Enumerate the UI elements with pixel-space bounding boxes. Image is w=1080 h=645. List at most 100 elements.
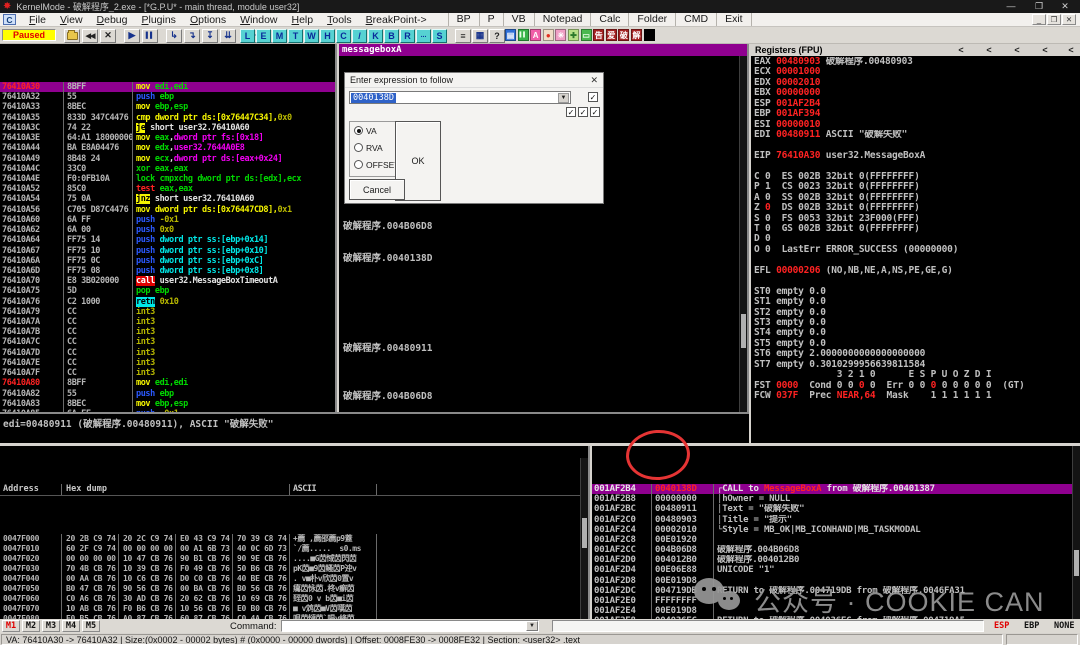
dialog-checkbox[interactable]: ✓: [590, 107, 600, 117]
disasm-row[interactable]: 76410A56 C705 D87C4476 0 mov dword ptr ds:…: [0, 204, 335, 215]
breakpoint-list-button[interactable]: ≡: [455, 28, 471, 43]
disasm-row[interactable]: 76410A6A FF75 0C push dword ptr ss:[ebp+0x…: [0, 255, 335, 266]
command-input[interactable]: ▼: [281, 620, 539, 632]
follow-line[interactable]: 破解程序.004B06D8: [343, 388, 432, 402]
disasm-row[interactable]: 76410A54 75 0A jnz short user32.76410A60: [0, 194, 335, 205]
pane-button-r[interactable]: R: [400, 28, 415, 43]
trace-into-button[interactable]: ↧: [202, 28, 218, 43]
menu-item-window[interactable]: Window: [233, 13, 284, 27]
mdi-minimize-icon[interactable]: _: [1032, 14, 1046, 25]
tab-m5[interactable]: M5: [82, 620, 100, 632]
plugin-icon-black[interactable]: [643, 29, 655, 41]
disasm-row[interactable]: 76410A3E 64:A1 18000000 mov eax,dword ptr …: [0, 133, 335, 144]
disasm-row[interactable]: 76410A62 6A 00 push 0x0: [0, 225, 335, 236]
pane-button-k[interactable]: K: [368, 28, 383, 43]
collapse-icon[interactable]: <: [1039, 44, 1051, 56]
disasm-row[interactable]: 76410A60 6A FF push -0x1: [0, 214, 335, 226]
stack-mode-none[interactable]: NONE: [1054, 621, 1074, 631]
stack-row[interactable]: 001AF2D0 004012B0 破解程序.004012B0: [592, 555, 1080, 566]
mdi-restore-icon[interactable]: ❐: [1047, 14, 1061, 25]
menu-item-exit[interactable]: Exit: [716, 13, 752, 26]
close-program-button[interactable]: ✕: [100, 28, 116, 43]
disasm-row[interactable]: 76410A33 8BEC mov ebp,esp: [0, 102, 335, 113]
pane-button-e[interactable]: E: [256, 28, 271, 43]
disasm-row[interactable]: 76410A7C CC int3: [0, 337, 335, 348]
menu-item-cmd[interactable]: CMD: [675, 13, 716, 26]
menu-item-folder[interactable]: Folder: [628, 13, 675, 26]
stack-row[interactable]: 001AF2B8 00000000 │hOwner = NULL: [592, 494, 1080, 505]
register-line[interactable]: EBX 00000000: [751, 88, 1080, 98]
disasm-row[interactable]: 76410A52 85C0 test eax,eax: [0, 184, 335, 195]
stack-mode-esp[interactable]: ESP: [994, 621, 1009, 631]
plugin-icon-pause[interactable]: ▌▌: [517, 29, 529, 41]
register-line[interactable]: ST0 empty 0.0: [751, 287, 1080, 297]
disasm-row[interactable]: 76410A82 55 push ebp: [0, 388, 335, 399]
register-line[interactable]: [751, 276, 1080, 286]
disasm-row[interactable]: 76410A32 55 push ebp: [0, 92, 335, 103]
plugin-icon-monitor[interactable]: ▤: [505, 29, 516, 41]
messagebox-scrollbar[interactable]: [739, 56, 747, 412]
chevron-down-icon[interactable]: ▼: [558, 93, 569, 103]
plugin-icon-flower[interactable]: ✳: [555, 29, 567, 41]
register-line[interactable]: EFL 00000206 (NO,NB,NE,A,NS,PE,GE,G): [751, 266, 1080, 276]
register-line[interactable]: EIP 76410A30 user32.MessageBoxA: [751, 151, 1080, 161]
tab-m1[interactable]: M1: [2, 620, 20, 632]
register-line[interactable]: 3 2 1 0 E S P U O Z D I: [751, 370, 1080, 380]
disasm-row[interactable]: 76410A4C 33C0 xor eax,eax: [0, 163, 335, 174]
plugin-icon-a[interactable]: A: [530, 29, 542, 41]
pane-button-t[interactable]: T: [288, 28, 303, 43]
register-line[interactable]: ST1 empty 0.0: [751, 297, 1080, 307]
menu-item-tools[interactable]: Tools: [320, 13, 359, 27]
register-line[interactable]: ST7 empty 0.3010299956639811584: [751, 360, 1080, 370]
disasm-row[interactable]: 76410A76 C2 1000 retn 0x10: [0, 296, 335, 307]
plugin-icon-screen[interactable]: ▭: [580, 29, 592, 41]
register-line[interactable]: ST2 empty 0.0: [751, 308, 1080, 318]
menu-item-debug[interactable]: Debug: [90, 13, 135, 27]
pane-button-s[interactable]: S: [432, 28, 447, 43]
command-output-box[interactable]: [552, 620, 984, 632]
hex-dump-row[interactable]: 0047F040 00 AA CB 76 10 C6 CB 76 D0 C0 CB 7…: [0, 574, 588, 585]
menu-item-file[interactable]: File: [22, 13, 53, 27]
disasm-row[interactable]: 76410A79 CC int3: [0, 306, 335, 318]
collapse-icon[interactable]: <: [955, 44, 967, 56]
disasm-row[interactable]: 76410A70 E8 3B020000 call user32.MessageBo…: [0, 276, 335, 287]
menu-item-p[interactable]: P: [478, 13, 503, 26]
disasm-row[interactable]: 76410A80 8BFF mov edi,edi: [0, 378, 335, 389]
disasm-row[interactable]: 76410A7E CC int3: [0, 357, 335, 369]
register-line[interactable]: ST3 empty 0.0: [751, 318, 1080, 328]
register-line[interactable]: ST4 empty 0.0: [751, 328, 1080, 338]
disasm-row[interactable]: 76410A30 8BFF mov edi,edi: [0, 82, 335, 93]
register-line[interactable]: P 1 CS 0023 32bit 0(FFFFFFFF): [751, 182, 1080, 192]
pane-button-m[interactable]: M: [272, 28, 287, 43]
disasm-row[interactable]: 76410A7F CC int3: [0, 368, 335, 379]
menu-item-calc[interactable]: Calc: [590, 13, 628, 26]
disasm-row[interactable]: 76410A7D CC int3: [0, 347, 335, 358]
stack-row[interactable]: 001AF2D4 00E06E88 UNICODE "1": [592, 565, 1080, 576]
hex-dump-row[interactable]: 0047F030 70 4B CB 76 10 39 CB 76 F0 49 CB 7…: [0, 564, 588, 575]
stack-row[interactable]: 001AF2C4 00002010 └Style = MB_OK|MB_ICONHA…: [592, 524, 1080, 535]
hex-dump-row[interactable]: 0047F050 B0 47 CB 76 90 56 CB 76 00 BA CB 7…: [0, 584, 588, 595]
menu-item-options[interactable]: Options: [183, 13, 233, 27]
disasm-row[interactable]: 76410A44 BA E8A04476 mov edx,user32.7644A0…: [0, 143, 335, 154]
dialog-checkbox[interactable]: ✓: [578, 107, 588, 117]
pane-button-h[interactable]: H: [320, 28, 335, 43]
plugin-icon-record[interactable]: ●: [542, 29, 554, 41]
stack-row[interactable]: 001AF2CC 004B06D8 破解程序.004B06D8: [592, 545, 1080, 556]
stack-row[interactable]: 001AF2BC 00480911 │Text = "破解失败": [592, 504, 1080, 515]
pane-button-slash[interactable]: /: [352, 28, 367, 43]
hex-dump-row[interactable]: 0047F010 60 2F C9 74 00 00 00 00 00 A1 6B 7…: [0, 544, 588, 555]
cancel-button[interactable]: Cancel: [349, 179, 405, 200]
radio-icon[interactable]: [354, 160, 363, 169]
follow-line[interactable]: 破解程序.004B06D8: [343, 218, 432, 232]
menu-item-view[interactable]: View: [53, 13, 90, 27]
menu-item-notepad[interactable]: Notepad: [533, 13, 591, 26]
register-line[interactable]: T 0 GS 002B 32bit 0(FFFFFFFF): [751, 224, 1080, 234]
run-button[interactable]: ▶: [124, 28, 140, 43]
disasm-row[interactable]: 76410A83 8BEC mov ebp,esp: [0, 398, 335, 409]
register-line[interactable]: [751, 161, 1080, 171]
register-line[interactable]: ESP 001AF2B4: [751, 99, 1080, 109]
menu-item-breakpoint[interactable]: BreakPoint->: [359, 13, 434, 27]
register-line[interactable]: O 0 LastErr ERROR_SUCCESS (00000000): [751, 245, 1080, 255]
disasm-row[interactable]: 76410A64 FF75 14 push dword ptr ss:[ebp+0x…: [0, 235, 335, 246]
minimize-icon[interactable]: —: [998, 0, 1024, 13]
